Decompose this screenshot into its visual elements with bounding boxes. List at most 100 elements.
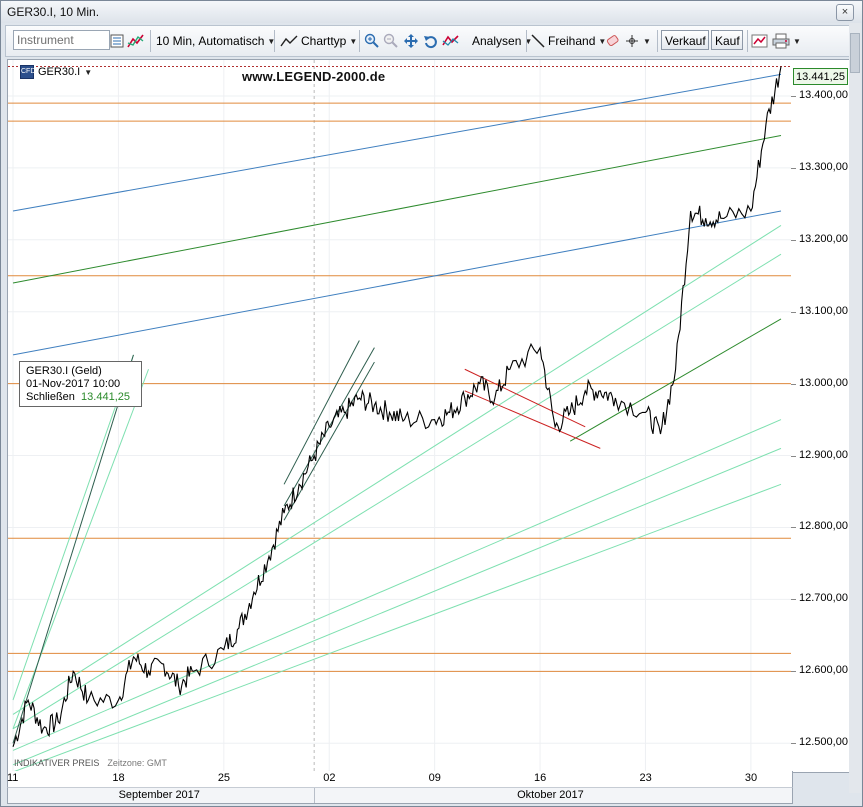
toolbar-separator [274,30,275,52]
tooltip-close-value: 13.441,25 [81,391,130,403]
sell-button[interactable]: Verkauf [661,30,709,50]
close-button[interactable]: × [836,4,854,21]
channel-line [12,224,782,715]
charttype-label: Charttyp [301,34,347,48]
interval-label: 10 Min, [156,34,196,48]
watermark-text: www.LEGEND-2000.de [242,69,386,84]
y-tick-label: 13.000,00 [799,376,848,389]
output-tools: ▼ [751,26,801,56]
last-price-badge: 13.441,25 [793,68,848,85]
drawing-tools: ▼ [605,26,651,56]
charttype-dropdown[interactable]: Charttyp ▼ [280,26,357,56]
channel-line [12,447,782,766]
y-tick-mark [791,95,796,97]
channel-line [12,253,782,730]
y-tick-label: 13.100,00 [799,304,848,317]
y-tick-mark [791,671,796,673]
price-chart [8,60,792,772]
draw-line-icon [531,34,545,48]
chevron-down-icon: ▼ [84,67,93,77]
toolbar-separator [526,30,527,52]
channel-line [12,419,782,751]
scrollbar-thumb[interactable] [850,33,860,73]
toolbar-separator [150,30,151,52]
toolbar-separator [359,30,360,52]
zoom-out-icon[interactable] [383,33,399,49]
cfd-icon: CFD [20,65,35,79]
y-tick-mark [791,455,796,457]
y-tick-mark [791,383,796,385]
analysen-label: Analysen [472,34,522,48]
analysen-dropdown[interactable]: Analysen ▼ [472,26,532,56]
x-tick-label: 18 [112,772,125,784]
zoom-in-icon[interactable] [364,33,380,49]
price-axis[interactable]: 13.441,25 13.400,00 13.300,00 13.200,00 13.… [791,59,849,773]
month-label: Oktober 2017 [517,789,584,801]
undo-icon[interactable] [423,33,439,49]
y-tick-label: 13.200,00 [799,232,848,245]
x-tick-label: 02 [323,772,336,784]
timezone-note: Zeitzone: GMT [107,758,167,768]
y-tick-label: 12.900,00 [799,448,848,461]
date-axis[interactable]: 11 18 25 02 09 16 23 30 [7,771,793,788]
y-tick-mark [791,239,796,241]
trend-line [464,390,601,449]
trend-line [12,73,782,212]
vertical-scrollbar[interactable] [849,23,861,793]
y-tick-label: 12.600,00 [799,664,848,677]
y-tick-mark [791,167,796,169]
mode-label: Automatisch [198,34,265,48]
toolbar-separator [747,30,748,52]
trend-line [12,210,782,356]
buy-button[interactable]: Kauf [711,30,743,50]
crosshair-icon[interactable] [624,34,640,48]
chevron-down-icon[interactable]: ▼ [643,37,651,46]
fit-chart-icon[interactable] [402,33,420,49]
y-tick-mark [791,527,796,529]
month-divider [314,788,316,803]
line-chart-icon [280,35,298,47]
y-tick-mark [791,311,796,313]
y-tick-mark [791,599,796,601]
toolbar-separator [657,30,658,52]
y-tick-label: 12.500,00 [799,736,848,749]
toolbar: 10 Min, Automatisch ▼ Charttyp ▼ Analyse… [5,25,860,57]
y-tick-label: 13.400,00 [799,88,848,101]
freihand-dropdown[interactable]: Freihand ▼ [531,26,606,56]
chevron-down-icon: ▼ [349,36,358,46]
tooltip-datetime: 01-Nov-2017 10:00 [26,378,121,390]
tooltip-close-label: Schließen [26,391,75,403]
indicators-icon[interactable] [442,33,460,49]
x-tick-label: 16 [534,772,547,784]
x-tick-label: 25 [217,772,231,784]
chart-area[interactable]: CFD GER30.I ▼ www.LEGEND-2000.de GER30.I… [7,59,793,773]
chevron-down-icon[interactable]: ▼ [793,37,801,46]
trend-line [12,135,782,284]
chart-window: GER30.I, 10 Min. × 10 Min, Automatisch ▼… [0,0,863,807]
instrument-list-icon[interactable] [110,34,124,48]
channel-line [12,369,149,730]
chart-settings-icon[interactable] [751,33,769,49]
eraser-icon[interactable] [605,34,621,48]
freihand-label: Freihand [548,34,596,48]
x-tick-label: 30 [744,772,758,784]
symbol-label[interactable]: CFD GER30.I ▼ [20,65,92,79]
y-tick-label: 13.300,00 [799,160,848,173]
instrument-icons [110,26,145,56]
interval-select[interactable]: 10 Min, Automatisch ▼ [156,26,275,56]
title-bar: GER30.I, 10 Min. × [1,1,862,23]
chart-footnote: INDIKATIVER PREIS Zeitzone: GMT [14,758,167,768]
trend-line [569,318,782,442]
x-tick-label: 11 [7,772,19,784]
print-icon[interactable] [772,33,790,49]
window-title: GER30.I, 10 Min. [7,5,100,19]
y-tick-mark [791,743,796,745]
y-tick-label: 12.800,00 [799,520,848,533]
month-label: September 2017 [118,789,200,801]
instrument-input[interactable] [13,30,110,50]
indicative-price-note: INDIKATIVER PREIS [14,758,100,768]
compare-chart-icon[interactable] [127,33,145,49]
y-tick-label: 12.700,00 [799,592,848,605]
channel-line [12,354,134,744]
data-tooltip: GER30.I (Geld) 01-Nov-2017 10:00 Schließ… [19,361,142,407]
